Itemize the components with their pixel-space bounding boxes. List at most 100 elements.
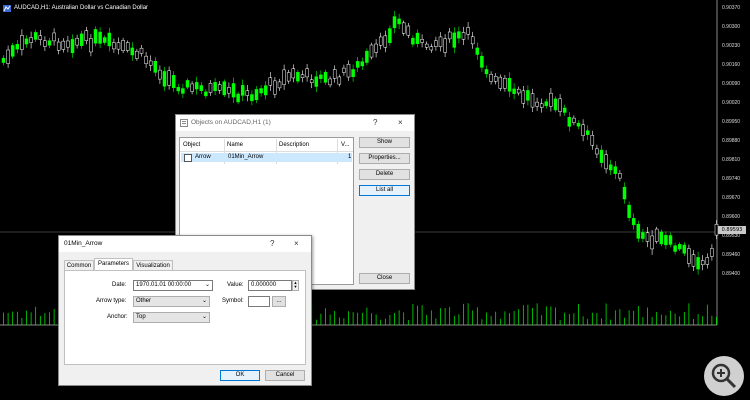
zoom-in-icon: [711, 363, 737, 389]
symbol-field[interactable]: [248, 296, 270, 307]
candle-body: [668, 235, 673, 245]
properties-button[interactable]: Properties...: [359, 153, 410, 164]
candle-body: [631, 218, 636, 226]
price-tick-label: 0.90160: [722, 62, 741, 68]
candle-body: [213, 82, 217, 92]
delete-button[interactable]: Delete: [359, 169, 410, 180]
candle-body: [383, 35, 388, 48]
properties-close-button[interactable]: ×: [294, 239, 299, 249]
price-tick-label: 0.90370: [722, 5, 741, 11]
zoom-button[interactable]: [704, 356, 744, 396]
candle-body: [622, 186, 627, 200]
candle-body: [567, 116, 572, 127]
candle-body: [645, 232, 650, 242]
price-tick-label: 0.89670: [722, 195, 741, 201]
anchor-select[interactable]: Top ⌄: [133, 312, 210, 323]
row-v: 1: [348, 154, 352, 160]
candle-body: [558, 98, 562, 112]
column-header-name[interactable]: Name: [227, 142, 243, 148]
symbol-picker-button[interactable]: ...: [272, 296, 286, 307]
candle-body: [116, 42, 121, 50]
objects-help-button[interactable]: ?: [373, 118, 377, 128]
candle-body: [291, 68, 296, 79]
candle-body: [608, 164, 613, 171]
candle-body: [107, 32, 112, 47]
candle-body: [328, 78, 332, 86]
tab-parameters[interactable]: Parameters: [94, 258, 133, 270]
candle-body: [282, 69, 286, 85]
column-header-object[interactable]: Object: [183, 142, 200, 148]
row-object: Arrow: [195, 154, 211, 160]
candle-body: [549, 92, 553, 107]
candle-body: [351, 69, 355, 78]
price-tick-label: 0.89460: [722, 252, 741, 258]
chevron-down-icon: ⌄: [201, 298, 207, 304]
tab-common[interactable]: Common: [64, 260, 94, 270]
candle-body: [121, 40, 125, 52]
chevron-down-icon: ⌄: [201, 314, 207, 320]
candle-body: [355, 61, 360, 68]
ok-button[interactable]: OK: [220, 370, 260, 381]
show-button[interactable]: Show: [359, 137, 410, 148]
candle-body: [245, 90, 250, 96]
tab-visualization[interactable]: Visualization: [133, 260, 173, 270]
candle-body: [420, 39, 424, 43]
candle-body: [323, 71, 328, 83]
objects-dialog-close-button[interactable]: Close: [359, 273, 410, 284]
candle-body: [158, 69, 162, 80]
price-tick-label: 0.90230: [722, 43, 741, 49]
value-spinner[interactable]: ▲ ▼: [292, 280, 299, 291]
candle-body: [130, 47, 135, 56]
candle-body: [493, 76, 498, 82]
parameters-panel: Date: 1970.01.01 00:00:00 ⌄ Value: 0.000…: [64, 270, 306, 365]
date-label: Date:: [112, 282, 127, 288]
candle-body: [102, 37, 107, 43]
properties-dialog-titlebar[interactable]: 01Min_Arrow ? ×: [59, 236, 311, 252]
candle-body: [457, 31, 461, 39]
candle-body: [562, 107, 567, 113]
candle-body: [576, 122, 581, 127]
candle-body: [466, 27, 470, 35]
candle-body: [401, 22, 406, 34]
column-header-v[interactable]: V...: [341, 142, 349, 148]
candle-body: [480, 55, 484, 68]
candle-body: [1, 57, 6, 63]
candle-body: [162, 71, 167, 87]
date-field[interactable]: 1970.01.01 00:00:00 ⌄: [133, 280, 213, 291]
candle-body: [167, 70, 171, 86]
candle-body: [360, 61, 365, 67]
column-header-description[interactable]: Description: [279, 142, 309, 148]
candle-body: [447, 31, 452, 40]
table-row[interactable]: Arrow 01Min_Arrow 1: [181, 153, 352, 162]
candle-body: [268, 77, 273, 86]
object-checkbox[interactable]: [184, 154, 192, 162]
candle-body: [208, 83, 213, 93]
candle-body: [507, 77, 512, 92]
candle-body: [470, 36, 475, 45]
objects-close-button[interactable]: ×: [398, 118, 403, 128]
candle-body: [489, 73, 493, 82]
date-value: 1970.01.01 00:00:00: [136, 282, 192, 288]
candle-body: [332, 69, 337, 79]
candle-body: [434, 40, 438, 47]
candle-body: [503, 78, 507, 89]
candle-body: [259, 88, 263, 94]
candle-body: [43, 40, 47, 47]
candle-body: [240, 85, 245, 96]
arrow-type-select[interactable]: Other ⌄: [133, 296, 210, 307]
candle-body: [305, 68, 309, 78]
candle-body: [627, 204, 631, 218]
candle-body: [512, 88, 516, 94]
candle-body: [599, 149, 604, 163]
objects-dialog-titlebar[interactable]: Objects on AUDCAD,H1 (1) ? ×: [176, 115, 414, 131]
candle-body: [544, 101, 549, 107]
date-dropdown-icon[interactable]: ⌄: [205, 281, 210, 290]
value-field[interactable]: 0.000000: [248, 280, 292, 291]
candle-body: [498, 76, 503, 89]
candle-body: [585, 130, 590, 135]
properties-help-button[interactable]: ?: [270, 239, 274, 249]
candle-body: [296, 71, 300, 82]
cancel-button[interactable]: Cancel: [265, 370, 305, 381]
candle-body: [687, 248, 691, 264]
list-all-button[interactable]: List all: [359, 185, 410, 196]
